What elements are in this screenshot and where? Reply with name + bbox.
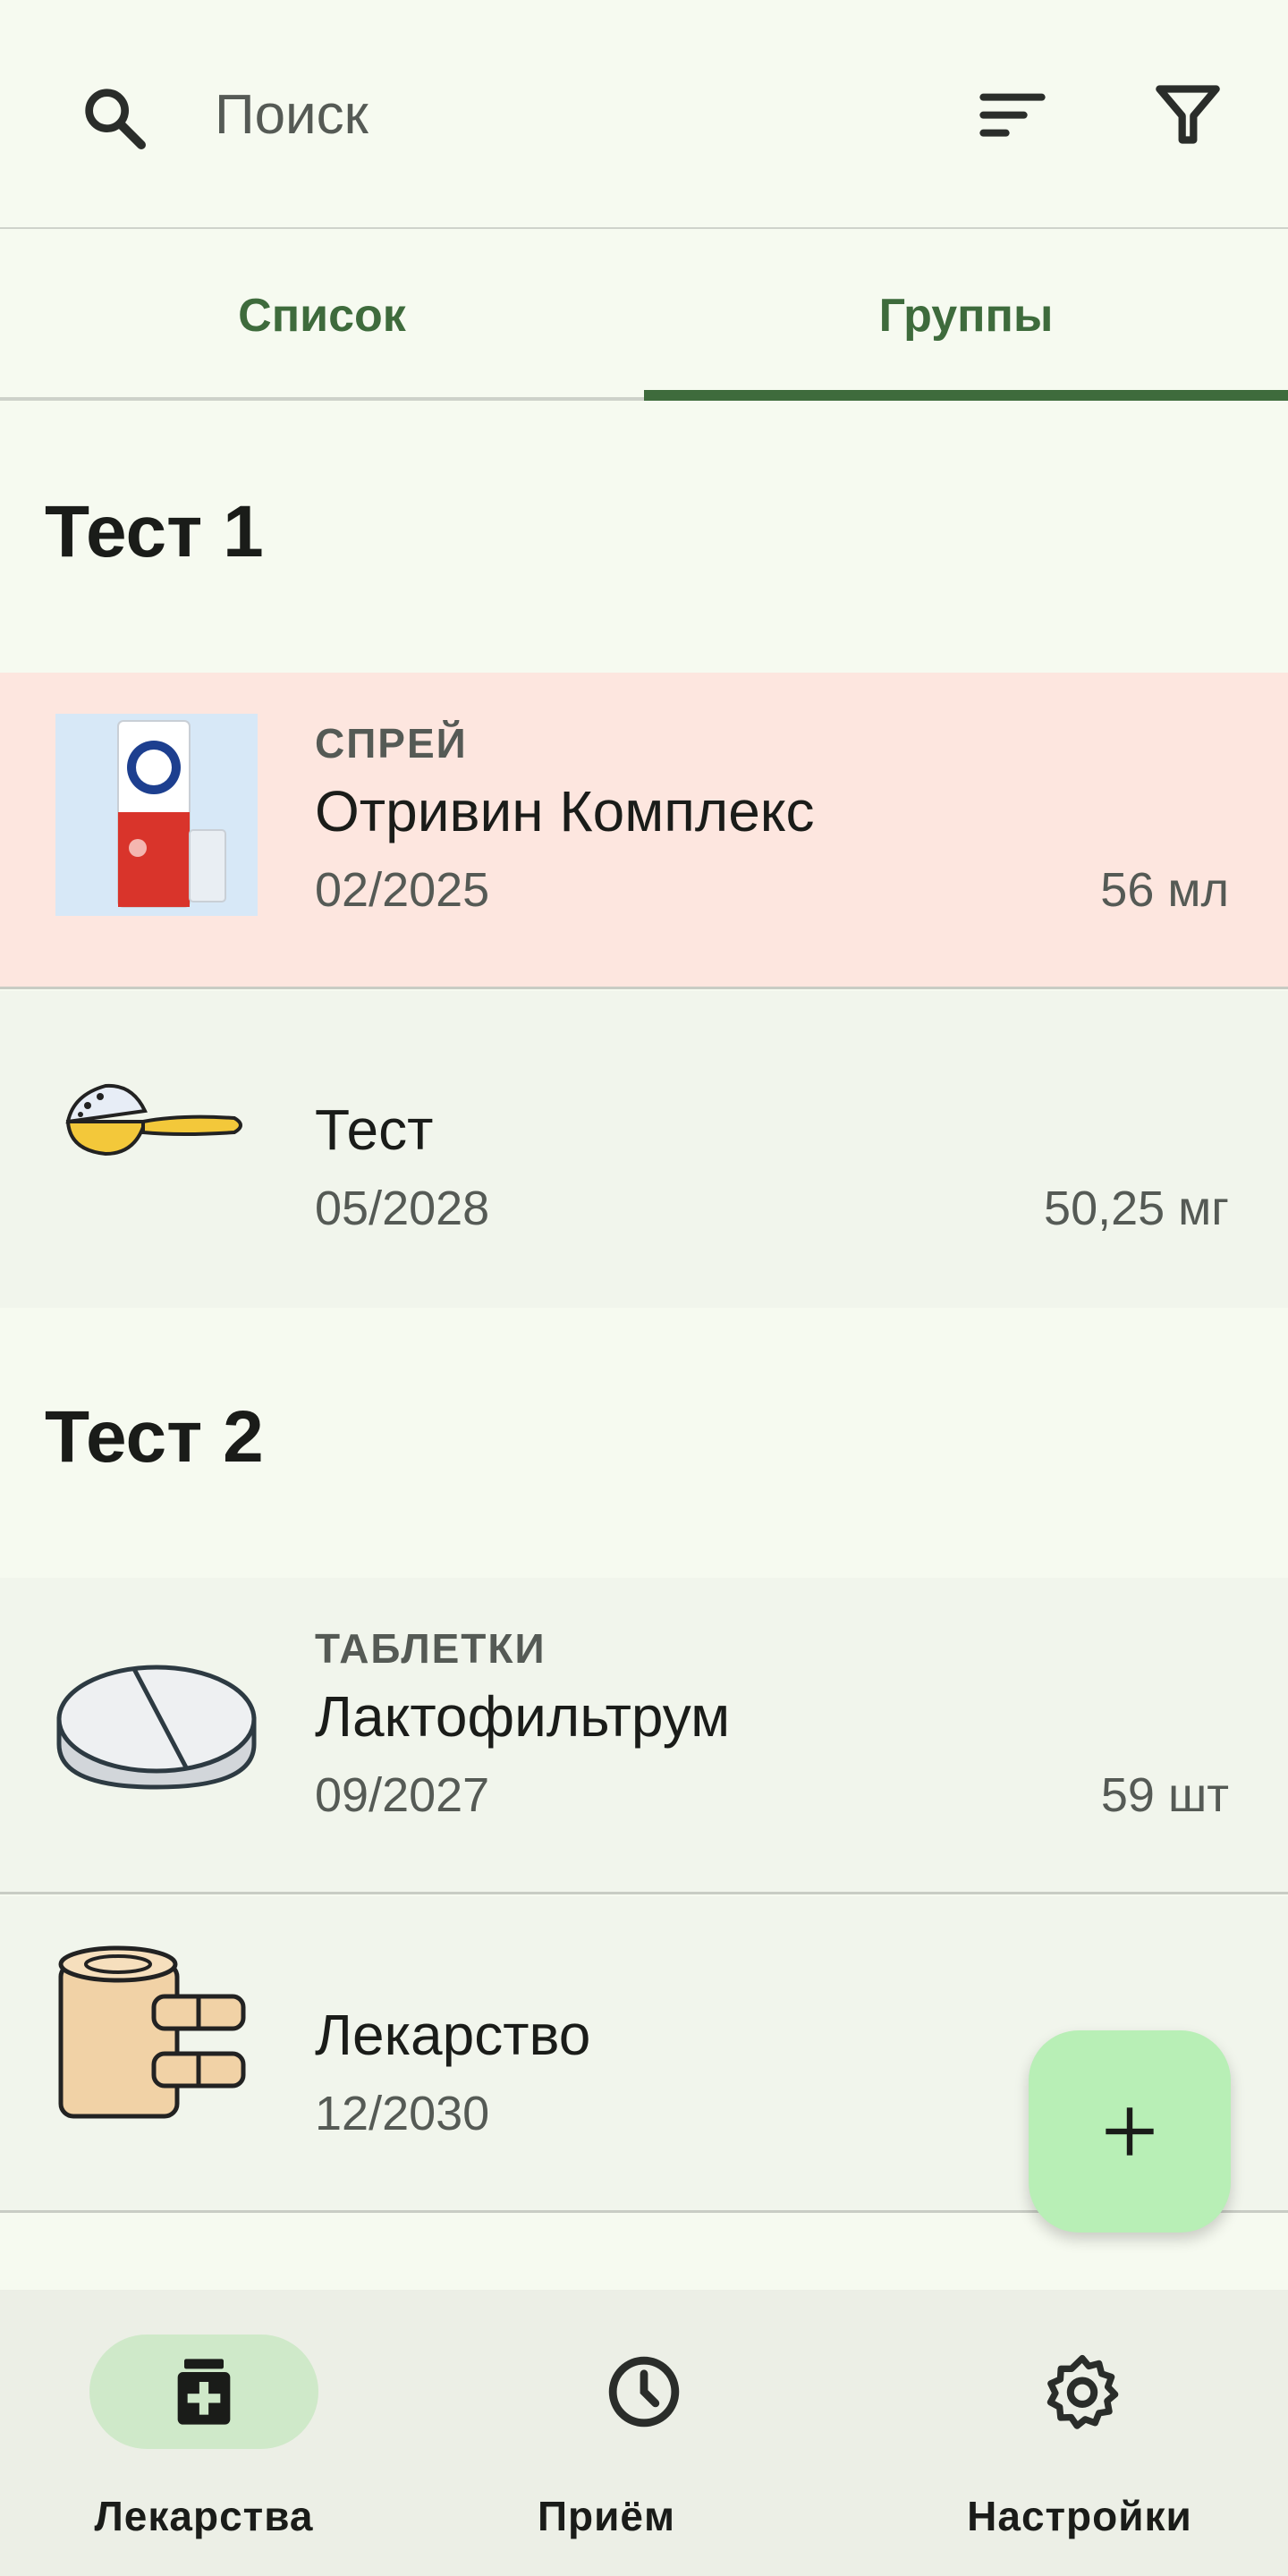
item-type: ТАБЛЕТКИ (315, 1625, 547, 1672)
nav-item-medicines[interactable]: Лекарства (0, 2290, 429, 2576)
item-amount: 56 мл (1100, 863, 1229, 917)
search-bar: Поиск (0, 0, 1288, 229)
item-name: Лактофильтрум (315, 1684, 731, 1749)
item-amount: 50,25 мг (1044, 1182, 1229, 1235)
item-name: Лекарство (315, 2003, 591, 2067)
nav-label: Приём (537, 2493, 676, 2539)
powder-spoon-icon (65, 1083, 242, 1157)
pill-tablet-icon (56, 1665, 257, 1790)
list-item[interactable]: ТАБЛЕТКИ Лактофильтрум 09/2027 59 шт (0, 1578, 1288, 1894)
tab-groups[interactable]: Группы (644, 231, 1288, 401)
gear-icon (1046, 2354, 1119, 2429)
filter-icon[interactable] (1154, 79, 1222, 150)
add-medicine-button[interactable] (1029, 2030, 1231, 2233)
sort-icon[interactable] (977, 86, 1048, 143)
tab-bar: Список Группы (0, 231, 1288, 401)
tab-selected-indicator (644, 390, 1288, 401)
search-input[interactable]: Поиск (215, 72, 894, 157)
bottom-navigation: Лекарства Приём Настройки (0, 2290, 1288, 2576)
nav-item-intake[interactable]: Приём (429, 2290, 859, 2576)
nav-label: Настройки (967, 2493, 1192, 2539)
search-icon[interactable] (79, 82, 150, 154)
medicine-icon (177, 2359, 231, 2425)
item-amount: 59 шт (1100, 1768, 1229, 1822)
group-header: Тест 2 (45, 1396, 264, 1478)
nav-item-settings[interactable]: Настройки (859, 2290, 1288, 2576)
item-expiry-date: 09/2027 (315, 1768, 490, 1822)
bandage-roll-icon (58, 1945, 246, 2119)
list-item[interactable]: СПРЕЙ Отривин Комплекс 02/2025 56 мл (0, 673, 1288, 989)
tab-list[interactable]: Список (0, 231, 644, 401)
item-expiry-date: 05/2028 (315, 1182, 490, 1235)
otrivin-spray-photo (55, 714, 258, 916)
plus-icon (1106, 2107, 1154, 2156)
group-header: Тест 1 (45, 491, 264, 572)
item-type: СПРЕЙ (315, 720, 468, 767)
nav-label: Лекарства (94, 2493, 314, 2539)
item-name: Отривин Комплекс (315, 779, 815, 843)
clock-icon (608, 2356, 680, 2428)
item-name: Тест (315, 1097, 434, 1162)
item-expiry-date: 12/2030 (315, 2087, 490, 2140)
list-item[interactable]: Тест 05/2028 50,25 мг (0, 991, 1288, 1308)
item-expiry-date: 02/2025 (315, 863, 490, 917)
